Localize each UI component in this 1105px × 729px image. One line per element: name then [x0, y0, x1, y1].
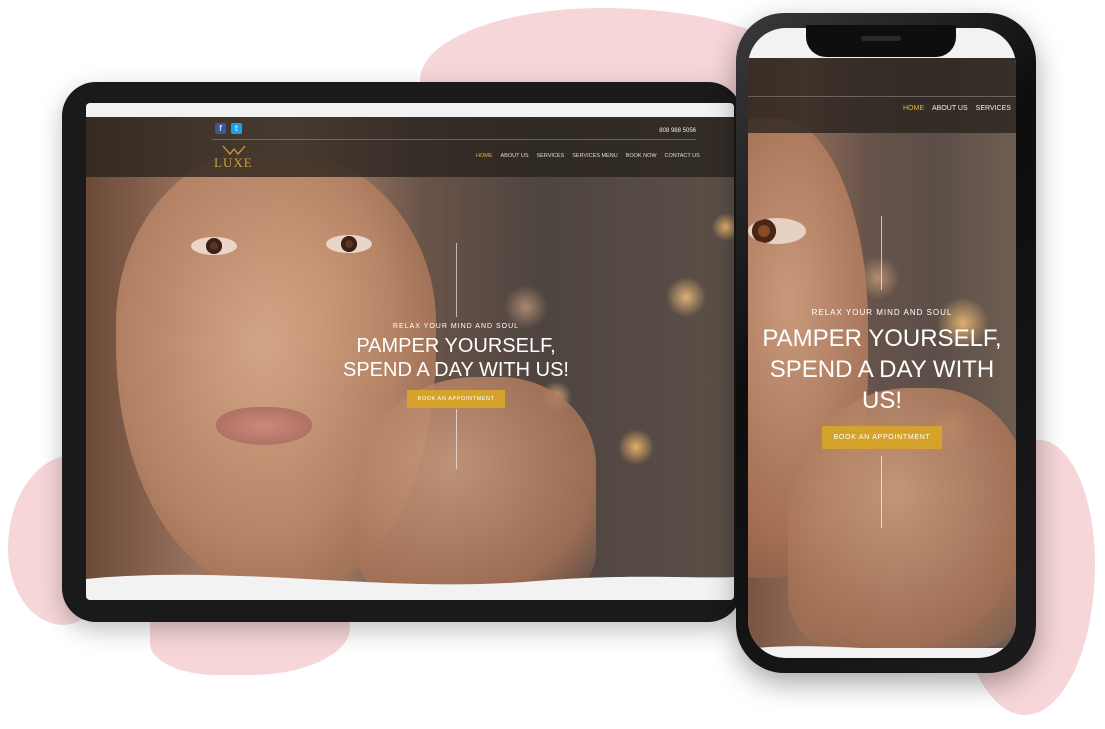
phone-main-nav: HOME ABOUT US SERVICES	[903, 105, 1011, 112]
tablet-hero-image: f t 808 988 5056 LUXE HOME ABOUT US SERV…	[86, 117, 734, 587]
header-phone-number[interactable]: 808 988 5056	[646, 128, 696, 134]
phone-site-header: HOME ABOUT US SERVICES	[748, 58, 1016, 133]
phone-hero-copy: RELAX YOUR MIND AND SOUL PAMPER YOURSELF…	[748, 308, 1016, 449]
phone-hero-bottom-wave	[757, 646, 1016, 648]
header-divider	[212, 139, 696, 140]
hero-divider-bottom	[456, 409, 457, 469]
hero-bottom-wave	[86, 574, 734, 587]
phone-hero-image: HOME ABOUT US SERVICES RELAX YOUR MIND A…	[748, 58, 1016, 648]
phone-book-appointment-button[interactable]: BOOK AN APPOINTMENT	[821, 426, 943, 449]
nav-item-home[interactable]: HOME	[476, 153, 493, 159]
phone-nav-item-about-us[interactable]: ABOUT US	[932, 105, 968, 112]
luxe-logo-text[interactable]: LUXE	[214, 155, 253, 171]
nav-item-book-now[interactable]: BOOK NOW	[626, 153, 657, 159]
hero-title-line-1: PAMPER YOURSELF,	[356, 335, 556, 357]
tablet-screen: f t 808 988 5056 LUXE HOME ABOUT US SERV…	[86, 103, 734, 600]
tablet-site-header: f t 808 988 5056 LUXE HOME ABOUT US SERV…	[86, 117, 734, 177]
facebook-icon[interactable]: f	[215, 123, 226, 134]
hero-hand-image	[356, 377, 596, 587]
hero-eyebrow: RELAX YOUR MIND AND SOUL	[392, 323, 520, 330]
twitter-icon[interactable]: t	[231, 123, 242, 134]
hero-lips	[216, 407, 312, 445]
nav-item-about-us[interactable]: ABOUT US	[501, 153, 529, 159]
hero-right-eye	[326, 235, 372, 253]
nav-item-contact-us[interactable]: CONTACT US	[665, 153, 700, 159]
phone-hero-title-line-1: PAMPER YOURSELF,	[762, 325, 1002, 352]
phone-nav-item-home[interactable]: HOME	[903, 105, 924, 112]
phone-header-divider	[748, 96, 1016, 97]
phone-notch	[806, 25, 956, 57]
hero-left-eye	[191, 237, 237, 255]
book-appointment-button[interactable]: BOOK AN APPOINTMENT	[407, 390, 505, 408]
phone-hero-title-line-2: SPEND A DAY WITH US!	[769, 356, 995, 414]
tablet-main-nav: HOME ABOUT US SERVICES SERVICES MENU BOO…	[476, 153, 700, 159]
nav-item-services-menu[interactable]: SERVICES MENU	[572, 153, 617, 159]
tablet-hero-copy: RELAX YOUR MIND AND SOUL PAMPER YOURSELF…	[316, 323, 596, 408]
hero-title-line-2: SPEND A DAY WITH US!	[343, 359, 569, 381]
phone-hero-divider-top	[881, 216, 882, 290]
phone-nav-item-services[interactable]: SERVICES	[976, 105, 1011, 112]
phone-hero-divider-bottom	[881, 456, 882, 528]
phone-hero-eye	[748, 218, 806, 244]
nav-item-services[interactable]: SERVICES	[537, 153, 565, 159]
phone-screen: HOME ABOUT US SERVICES RELAX YOUR MIND A…	[748, 28, 1016, 658]
phone-hero-eyebrow: RELAX YOUR MIND AND SOUL	[811, 308, 953, 317]
hero-divider-top	[456, 243, 457, 317]
luxe-logo-icon[interactable]	[221, 145, 247, 155]
